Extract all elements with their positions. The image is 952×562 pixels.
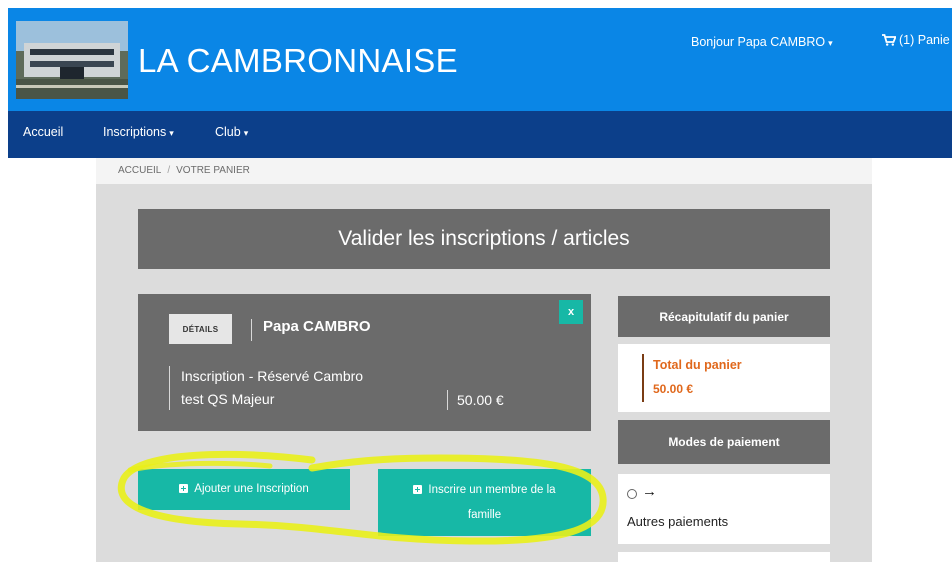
site-title[interactable]: LA CAMBRONNAISE [138,42,458,80]
payment-option-next[interactable] [618,552,830,562]
breadcrumb-home[interactable]: ACCUEIL [118,165,161,176]
total-label: Total du panier [653,358,742,372]
caret-down-icon: ▾ [243,128,249,138]
add-member-label-1: Inscrire un membre de la [428,484,556,496]
top-header: LA CAMBRONNAISE Bonjour Papa CAMBRO ▾ (1)… [8,8,952,111]
cart-icon [882,34,897,46]
add-inscription-content: Ajouter une Inscription [138,483,350,495]
plus-square-icon [413,485,423,494]
cart-label: (1) Panie [899,33,950,47]
nav-label: Club [215,125,241,139]
divider [169,366,170,410]
item-subdescription: test QS Majeur [181,391,275,407]
user-menu[interactable]: Bonjour Papa CAMBRO ▾ [691,35,833,49]
page-title-banner: Valider les inscriptions / articles [138,209,830,269]
caret-down-icon: ▾ [828,38,833,48]
payment-option-label: Autres paiements [627,514,729,529]
caret-down-icon: ▾ [169,128,174,138]
member-name: Papa CAMBRO [263,318,371,335]
payment-radio[interactable] [627,489,637,499]
main-nav: Accueil Inscriptions ▾ Club ▾ [8,111,952,158]
item-price: 50.00 € [457,392,504,408]
add-member-label-2: famille [467,509,502,521]
remove-item-button[interactable]: x [559,300,583,324]
cart-summary-header: Récapitulatif du panier [618,296,830,337]
add-inscription-label: Ajouter une Inscription [194,483,309,495]
divider [251,319,252,341]
payment-methods-header: Modes de paiement [618,420,830,464]
nav-item-accueil[interactable]: Accueil [23,125,63,139]
club-logo[interactable] [16,21,128,99]
breadcrumb-current: VOTRE PANIER [176,165,250,176]
breadcrumb: ACCUEIL / VOTRE PANIER [118,165,250,176]
details-button[interactable]: DÉTAILS [169,314,232,344]
breadcrumb-bar: ACCUEIL / VOTRE PANIER [96,158,872,184]
total-amount: 50.00 € [653,382,694,396]
nav-label: Inscriptions [103,125,167,139]
nav-label: Accueil [23,125,64,139]
payment-option-other[interactable]: → Autres paiements [618,474,830,544]
nav-item-inscriptions[interactable]: Inscriptions ▾ [103,125,174,139]
plus-square-icon [179,484,189,493]
cart-total-box: Total du panier 50.00 € [618,344,830,412]
add-member-line1: Inscrire un membre de la [378,484,591,496]
nav-item-club[interactable]: Club ▾ [215,125,248,139]
item-description: Inscription - Réservé Cambro [181,368,364,384]
add-family-member-button[interactable]: Inscrire un membre de la famille [378,469,591,536]
divider [447,390,448,410]
add-inscription-button[interactable]: Ajouter une Inscription [138,469,350,510]
cart-item-card: DÉTAILS Papa CAMBRO x Inscription - Rése… [138,294,591,431]
cart-link[interactable]: (1) Panie [882,33,950,47]
user-greeting: Bonjour Papa CAMBRO [691,35,826,49]
arrow-right-icon: → [642,483,657,500]
accent-bar [642,354,644,402]
breadcrumb-separator: / [167,165,171,176]
